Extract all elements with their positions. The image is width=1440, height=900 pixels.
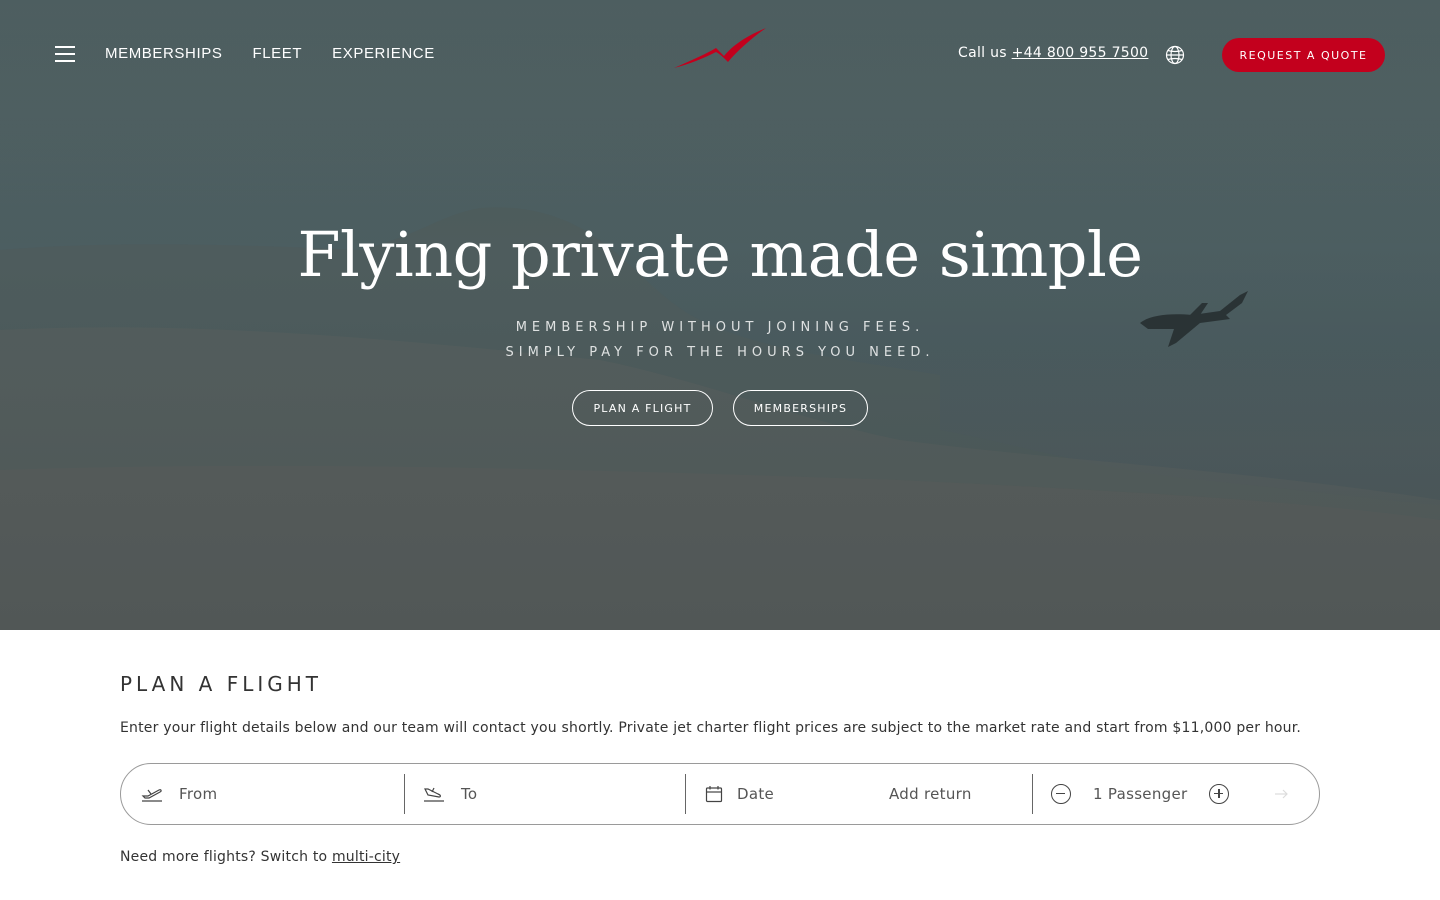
multi-city-prompt: Need more flights? Switch to multi-city <box>120 849 400 865</box>
add-return-label: Add return <box>889 785 972 803</box>
plan-flight-description: Enter your flight details below and our … <box>120 720 1302 736</box>
date-placeholder: Date <box>737 785 775 803</box>
multi-city-prefix: Need more flights? Switch to <box>120 849 328 865</box>
passenger-count: 1 Passenger <box>1093 785 1188 803</box>
nav-link-memberships[interactable]: MEMBERSHIPS <box>105 45 222 62</box>
top-navigation: MEMBERSHIPS FLEET EXPERIENCE Call us +44… <box>0 0 1440 110</box>
arrow-right-icon[interactable] <box>1271 786 1291 802</box>
increase-passenger-button[interactable] <box>1209 784 1230 804</box>
request-quote-button[interactable]: REQUEST A QUOTE <box>1222 38 1385 72</box>
from-field[interactable]: From <box>141 764 401 824</box>
brand-logo[interactable] <box>672 26 768 72</box>
to-placeholder: To <box>461 785 478 803</box>
nav-links: MEMBERSHIPS FLEET EXPERIENCE <box>105 45 435 62</box>
decrease-passenger-button[interactable] <box>1051 784 1071 804</box>
from-placeholder: From <box>179 785 218 803</box>
memberships-button[interactable]: MEMBERSHIPS <box>733 390 868 426</box>
nav-link-experience[interactable]: EXPERIENCE <box>332 45 435 62</box>
flight-search-bar: From To Date Add return 1 Passenger <box>120 763 1320 825</box>
takeoff-icon <box>141 789 162 802</box>
call-us: Call us +44 800 955 7500 <box>958 45 1148 61</box>
nav-link-fleet[interactable]: FLEET <box>252 45 302 62</box>
call-us-label: Call us <box>958 45 1007 61</box>
divider <box>685 774 686 814</box>
hero-subtitle-line2: SIMPLY PAY FOR THE HOURS YOU NEED. <box>505 345 935 360</box>
to-field[interactable]: To <box>423 764 683 824</box>
hero-section: MEMBERSHIPS FLEET EXPERIENCE Call us +44… <box>0 0 1440 630</box>
divider <box>404 774 405 814</box>
hamburger-menu-icon[interactable] <box>55 46 75 62</box>
hero-buttons: PLAN A FLIGHT MEMBERSHIPS <box>572 390 868 426</box>
calendar-icon <box>705 786 723 803</box>
add-return-field[interactable]: Add return <box>889 764 1009 824</box>
phone-link[interactable]: +44 800 955 7500 <box>1012 45 1149 61</box>
multi-city-link[interactable]: multi-city <box>332 849 400 865</box>
landing-icon <box>424 787 444 802</box>
passenger-stepper: 1 Passenger <box>1051 764 1231 824</box>
plan-flight-title: PLAN A FLIGHT <box>120 672 322 696</box>
divider <box>1032 774 1033 814</box>
globe-icon[interactable] <box>1165 45 1185 65</box>
hero-subtitle-line1: MEMBERSHIP WITHOUT JOINING FEES. <box>515 320 925 335</box>
plan-a-flight-button[interactable]: PLAN A FLIGHT <box>572 390 713 426</box>
date-field[interactable]: Date <box>705 764 865 824</box>
hero-title: Flying private made simple <box>297 218 1143 291</box>
